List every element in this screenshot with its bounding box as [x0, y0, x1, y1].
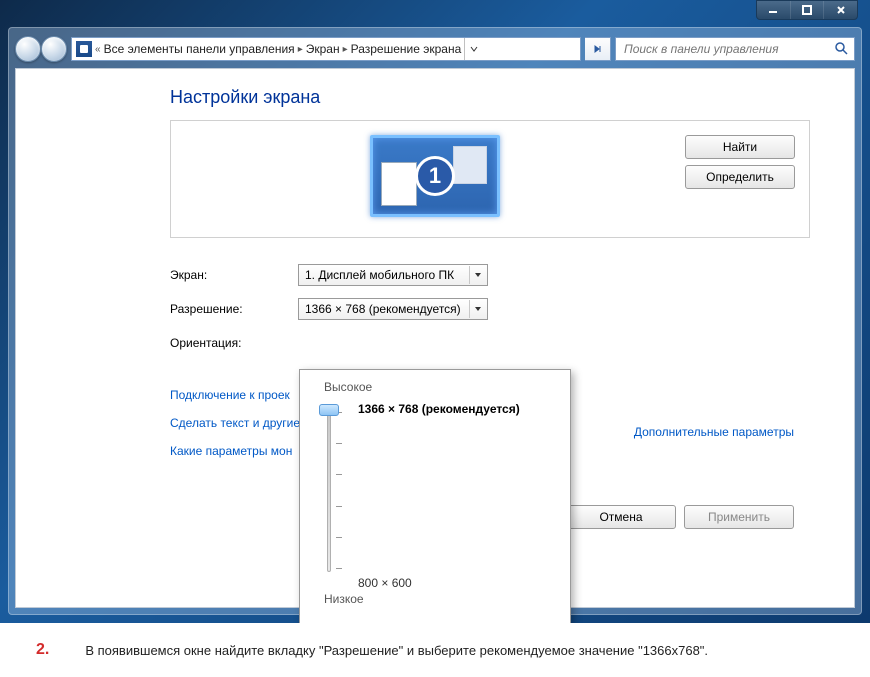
chevron-down-icon	[470, 45, 478, 53]
desktop-area: « Все элементы панели управления ▸ Экран…	[0, 0, 870, 623]
slider-current-value: 1366 × 768 (рекомендуется)	[358, 402, 520, 416]
address-bar-row: « Все элементы панели управления ▸ Экран…	[15, 34, 855, 64]
chevron-down-icon	[469, 266, 485, 284]
instruction-text: В появившемся окне найдите вкладку "Разр…	[85, 643, 708, 658]
cancel-button[interactable]: Отмена	[566, 505, 676, 529]
resolution-slider-popup: Высокое 1366 × 76	[299, 369, 571, 623]
chevron-right-icon: ▸	[343, 44, 348, 55]
chevron-right-icon: ▸	[298, 44, 303, 55]
screen-select-value: 1. Дисплей мобильного ПК	[305, 268, 454, 282]
page-title: Настройки экрана	[170, 87, 854, 108]
minimize-button[interactable]	[757, 1, 790, 19]
find-button[interactable]: Найти	[685, 135, 795, 159]
breadcrumb-item[interactable]: Экран	[306, 42, 340, 56]
resolution-select[interactable]: 1366 × 768 (рекомендуется)	[298, 298, 488, 320]
projector-link[interactable]: Подключение к проек	[170, 388, 290, 402]
search-box[interactable]	[615, 37, 855, 61]
refresh-button[interactable]	[585, 37, 611, 61]
monitor-thumbnail[interactable]: 1	[370, 135, 500, 217]
resolution-label: Разрешение:	[170, 302, 298, 316]
advanced-settings-link[interactable]: Дополнительные параметры	[634, 425, 794, 439]
window-titlebar-controls	[756, 0, 858, 20]
screen-select[interactable]: 1. Дисплей мобильного ПК	[298, 264, 488, 286]
step-number: 2.	[36, 641, 49, 659]
search-input[interactable]	[622, 41, 834, 57]
resolution-select-value: 1366 × 768 (рекомендуется)	[305, 302, 461, 316]
slider-high-label: Высокое	[324, 380, 556, 394]
slider-thumb[interactable]	[319, 404, 339, 416]
instruction-footer: 2. В появившемся окне найдите вкладку "Р…	[0, 623, 870, 677]
screen-label: Экран:	[170, 268, 298, 282]
slider-low-label: Низкое	[324, 592, 556, 606]
mini-window-icon	[453, 146, 487, 184]
breadcrumb-item[interactable]: Разрешение экрана	[351, 42, 462, 56]
explorer-window: « Все элементы панели управления ▸ Экран…	[8, 27, 862, 615]
maximize-button[interactable]	[790, 1, 824, 19]
content-panel: Настройки экрана 1 Найти Определить Экра…	[15, 68, 855, 608]
settings-form: Экран: 1. Дисплей мобильного ПК Разрешен…	[170, 258, 854, 360]
apply-button[interactable]: Применить	[684, 505, 794, 529]
monitor-number-badge: 1	[415, 156, 455, 196]
nav-back-button[interactable]	[15, 36, 41, 62]
control-panel-icon	[76, 41, 92, 57]
search-icon[interactable]	[834, 41, 848, 58]
display-preview-box: 1 Найти Определить	[170, 120, 810, 238]
chevron-double-left-icon: «	[95, 44, 101, 55]
slider-min-value: 800 × 600	[358, 576, 556, 590]
breadcrumb-dropdown[interactable]	[464, 38, 482, 60]
breadcrumb-item[interactable]: Все элементы панели управления	[104, 42, 295, 56]
slider-track	[327, 408, 331, 572]
identify-button[interactable]: Определить	[685, 165, 795, 189]
orientation-label: Ориентация:	[170, 336, 298, 350]
slider-ticks	[336, 412, 342, 568]
mini-window-icon	[381, 162, 417, 206]
nav-forward-button[interactable]	[41, 36, 67, 62]
chevron-down-icon	[469, 300, 485, 318]
breadcrumb-bar[interactable]: « Все элементы панели управления ▸ Экран…	[71, 37, 581, 61]
resolution-slider[interactable]	[314, 404, 344, 576]
close-button[interactable]	[823, 1, 857, 19]
refresh-icon	[591, 42, 605, 56]
